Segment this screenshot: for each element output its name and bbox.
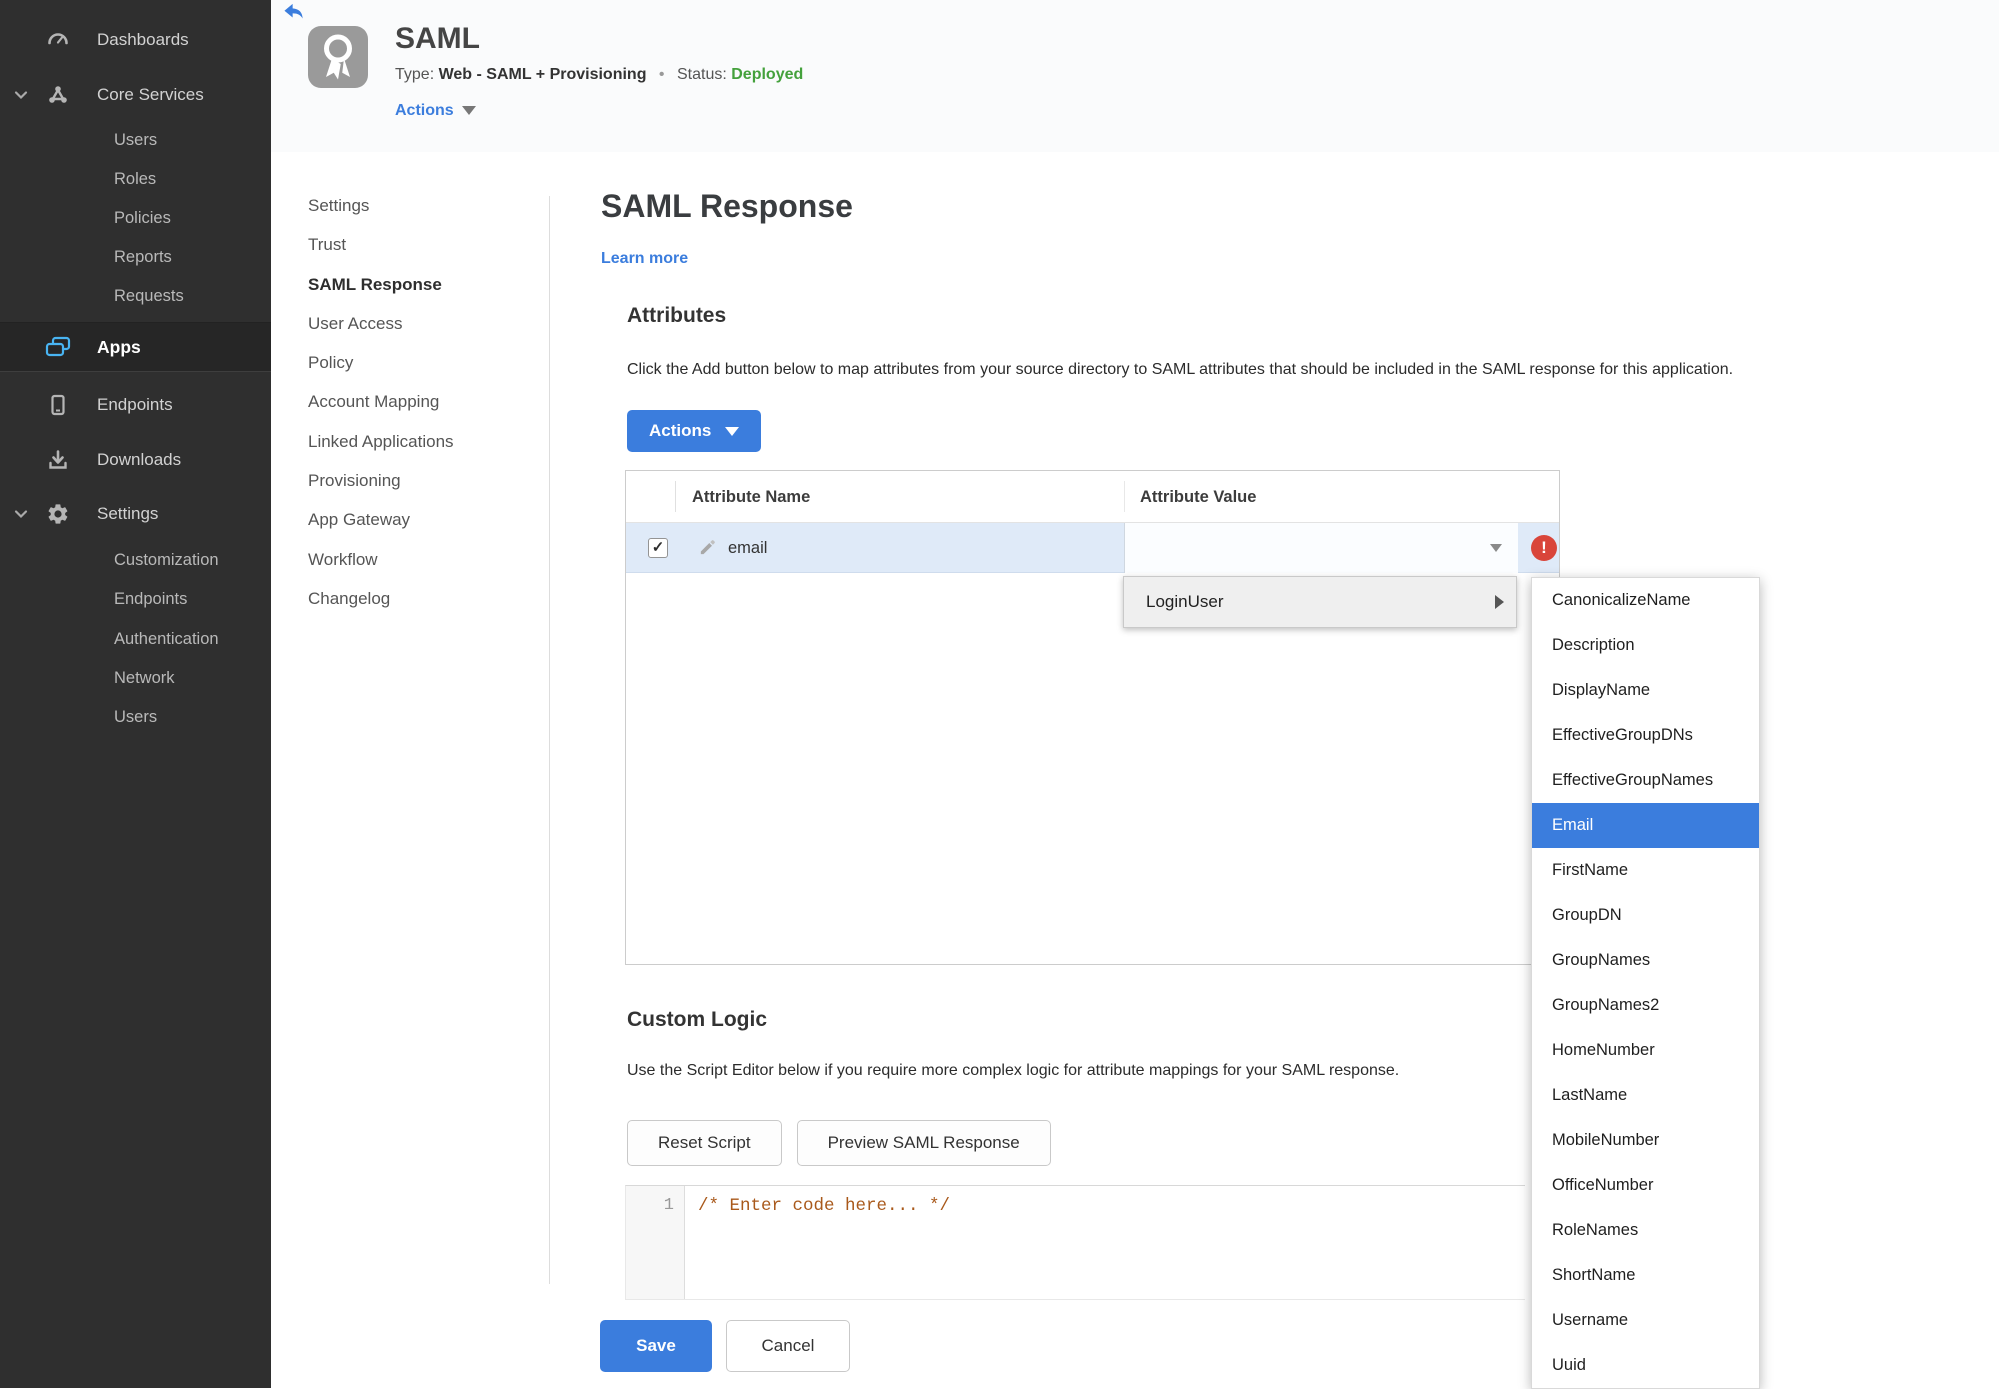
table-row[interactable]: ✓ email ! <box>626 523 1559 573</box>
device-icon <box>46 393 70 417</box>
submenu-item[interactable]: Username <box>1532 1298 1759 1343</box>
sidebar-item-policies[interactable]: Policies <box>0 203 271 234</box>
submenu-item[interactable]: FirstName <box>1532 848 1759 893</box>
sidebar-item-users-settings[interactable]: Users <box>0 702 271 733</box>
separator-dot: • <box>658 66 665 83</box>
submenu-item[interactable]: OfficeNumber <box>1532 1163 1759 1208</box>
submenu-item[interactable]: ShortName <box>1532 1253 1759 1298</box>
sidebar-item-apps[interactable]: Apps <box>0 322 271 372</box>
app-meta: Type: Web - SAML + Provisioning • Status… <box>395 66 803 84</box>
submenu-item[interactable]: GroupDN <box>1532 893 1759 938</box>
sidebar-item-reports[interactable]: Reports <box>0 242 271 273</box>
sidebar-item-core-services[interactable]: Core Services <box>0 77 271 113</box>
sidebar-item-endpoints-settings[interactable]: Endpoints <box>0 584 271 615</box>
type-label: Type: <box>395 66 435 83</box>
chevron-down-icon <box>725 426 740 436</box>
subnav-divider <box>549 196 550 1284</box>
attribute-value-dropdown[interactable] <box>1124 523 1518 573</box>
sidebar-item-authentication[interactable]: Authentication <box>0 624 271 655</box>
column-header-attribute-value: Attribute Value <box>1140 488 1257 506</box>
section-title: SAML Response <box>601 188 853 224</box>
subnav-item[interactable]: Changelog <box>308 579 528 618</box>
script-buttons: Reset Script Preview SAML Response <box>627 1120 1051 1166</box>
sidebar-item-endpoints[interactable]: Endpoints <box>0 387 271 423</box>
core-services-icon <box>46 83 70 107</box>
app-subnav: Settings Trust SAML Response User Access… <box>308 186 528 618</box>
subnav-item[interactable]: Trust <box>308 225 528 264</box>
submenu-item[interactable]: MobileNumber <box>1532 1118 1759 1163</box>
attributes-heading: Attributes <box>627 304 727 327</box>
preview-saml-response-button[interactable]: Preview SAML Response <box>796 1120 1051 1166</box>
sidebar-item-settings[interactable]: Settings <box>0 496 271 532</box>
sidebar-item-requests[interactable]: Requests <box>0 281 271 312</box>
gauge-icon <box>46 28 70 52</box>
status-badge: Deployed <box>731 66 804 83</box>
submenu-item[interactable]: LastName <box>1532 1073 1759 1118</box>
sidebar-item-customization[interactable]: Customization <box>0 545 271 576</box>
editor-code[interactable]: /* Enter code here... */ <box>698 1196 950 1216</box>
chevron-down-icon <box>461 106 476 116</box>
submenu-item[interactable]: EffectiveGroupDNs <box>1532 713 1759 758</box>
type-value: Web - SAML + Provisioning <box>438 66 647 83</box>
submenu-item[interactable]: Description <box>1532 623 1759 668</box>
gear-icon <box>46 502 70 526</box>
reset-script-button[interactable]: Reset Script <box>627 1120 782 1166</box>
table-header: Attribute Name Attribute Value <box>626 471 1559 523</box>
attribute-name-cell: email <box>728 539 768 557</box>
submenu-item[interactable]: RoleNames <box>1532 1208 1759 1253</box>
subnav-item[interactable]: Policy <box>308 343 528 382</box>
subnav-item[interactable]: App Gateway <box>308 500 528 539</box>
attributes-description: Click the Add button below to map attrib… <box>627 361 1734 378</box>
custom-logic-heading: Custom Logic <box>627 1008 767 1031</box>
pencil-icon[interactable] <box>698 538 717 557</box>
dropdown-loginuser[interactable]: LoginUser <box>1123 576 1517 628</box>
subnav-item[interactable]: Account Mapping <box>308 382 528 421</box>
sidebar-item-downloads[interactable]: Downloads <box>0 442 271 478</box>
cancel-button[interactable]: Cancel <box>726 1320 850 1372</box>
save-button[interactable]: Save <box>600 1320 712 1372</box>
download-icon <box>46 448 70 472</box>
attributes-table: Attribute Name Attribute Value ✓ email ! <box>625 470 1560 965</box>
submenu-item[interactable]: GroupNames2 <box>1532 983 1759 1028</box>
status-label: Status: <box>676 66 727 83</box>
submenu-item[interactable]: Email <box>1532 803 1759 848</box>
chevron-down-icon <box>13 506 29 522</box>
submenu-item[interactable]: GroupNames <box>1532 938 1759 983</box>
sidebar-item-users[interactable]: Users <box>0 125 271 156</box>
column-header-attribute-name: Attribute Name <box>692 488 811 506</box>
custom-logic-description: Use the Script Editor below if you requi… <box>627 1062 1400 1079</box>
line-number: 1 <box>663 1196 674 1215</box>
sidebar: Dashboards Core Services Users Roles Pol… <box>0 0 271 1388</box>
saml-app-icon <box>308 26 368 88</box>
sidebar-item-roles[interactable]: Roles <box>0 164 271 195</box>
subnav-item[interactable]: Provisioning <box>308 461 528 500</box>
chevron-down-icon <box>1490 544 1502 552</box>
subnav-item[interactable]: Linked Applications <box>308 422 528 461</box>
learn-more-link[interactable]: Learn more <box>601 250 688 268</box>
script-editor[interactable]: 1 /* Enter code here... */ <box>625 1185 1525 1300</box>
attributes-actions-button[interactable]: Actions <box>627 410 762 452</box>
back-arrow-icon[interactable] <box>283 3 305 23</box>
submenu-item[interactable]: Uuid <box>1532 1343 1759 1388</box>
sidebar-item-network[interactable]: Network <box>0 663 271 694</box>
subnav-item[interactable]: SAML Response <box>308 265 528 304</box>
subnav-item[interactable]: Settings <box>308 186 528 225</box>
editor-gutter: 1 <box>626 1186 685 1299</box>
chevron-down-icon <box>13 87 29 103</box>
subnav-item[interactable]: User Access <box>308 304 528 343</box>
sidebar-item-dashboards[interactable]: Dashboards <box>0 22 271 58</box>
header-actions-menu[interactable]: Actions <box>395 102 476 120</box>
apps-icon <box>44 334 72 360</box>
loginuser-submenu: CanonicalizeName Description DisplayName… <box>1531 577 1760 1389</box>
row-checkbox[interactable]: ✓ <box>648 538 668 558</box>
submenu-item[interactable]: HomeNumber <box>1532 1028 1759 1073</box>
submenu-item[interactable]: DisplayName <box>1532 668 1759 713</box>
submenu-item[interactable]: CanonicalizeName <box>1532 578 1759 623</box>
chevron-right-icon <box>1495 595 1504 609</box>
page-title: SAML <box>395 22 480 55</box>
submenu-item[interactable]: EffectiveGroupNames <box>1532 758 1759 803</box>
error-icon: ! <box>1531 535 1557 561</box>
subnav-item[interactable]: Workflow <box>308 540 528 579</box>
